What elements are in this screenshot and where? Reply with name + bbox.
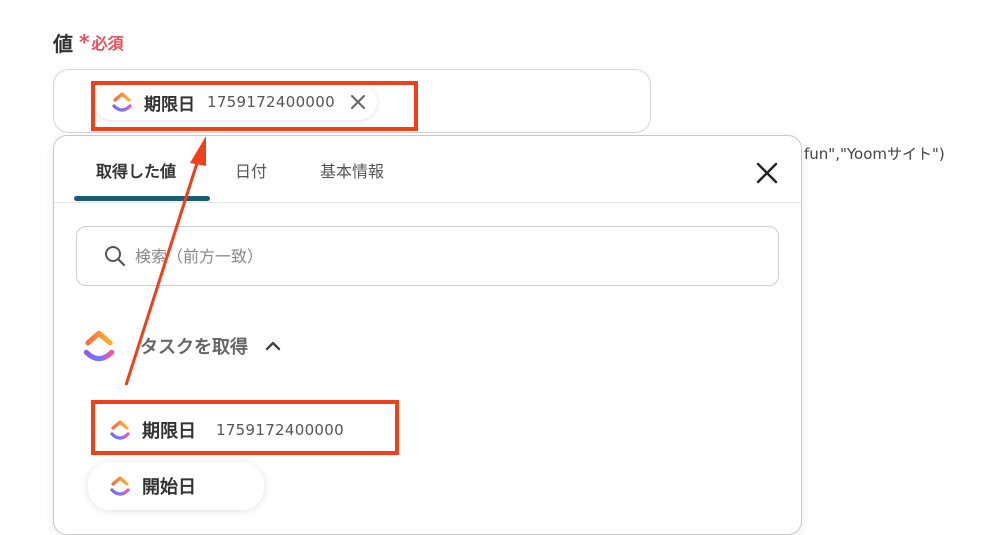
selected-value-chip[interactable]: 期限日 1759172400000 [94,84,377,120]
clickup-logo-icon [108,418,132,442]
search-input[interactable] [133,245,737,267]
clickup-logo-icon [80,327,118,365]
tab-acquired-values[interactable]: 取得した値 [96,158,176,182]
tab-date[interactable]: 日付 [235,158,267,182]
value-picker-popup: 取得した値 日付 基本情報 タスクを取得 期限日 [53,135,802,535]
required-text: 必須 [91,34,124,53]
group-header-get-task[interactable]: タスクを取得 [80,324,330,368]
required-asterisk: * [79,30,90,54]
clickup-logo-icon [110,90,134,114]
field-label: 値 * 必須 [53,28,123,56]
background-formula-text: fun","Yoomサイト") [804,145,945,163]
value-input-field[interactable]: 期限日 1759172400000 [53,69,651,133]
tab-bar: 取得した値 日付 基本情報 [54,136,801,203]
search-box [76,226,779,286]
chip-name: 期限日 [144,94,195,115]
chevron-up-icon [264,337,282,355]
search-icon [103,244,127,268]
list-item-start-date[interactable]: 開始日 [88,462,264,510]
field-label-text: 値 [53,31,73,56]
item-name: 期限日 [142,421,196,442]
item-value: 1759172400000 [216,421,344,439]
chip-value: 1759172400000 [207,93,335,111]
active-tab-underline [74,196,210,201]
chip-remove-icon[interactable] [349,93,367,111]
close-icon[interactable] [755,161,779,185]
list-item-due-date[interactable]: 期限日 1759172400000 [108,410,344,450]
group-name: タスクを取得 [140,337,248,358]
item-name: 開始日 [142,477,196,498]
clickup-logo-icon [108,474,132,498]
tab-basic-info[interactable]: 基本情報 [320,158,384,182]
